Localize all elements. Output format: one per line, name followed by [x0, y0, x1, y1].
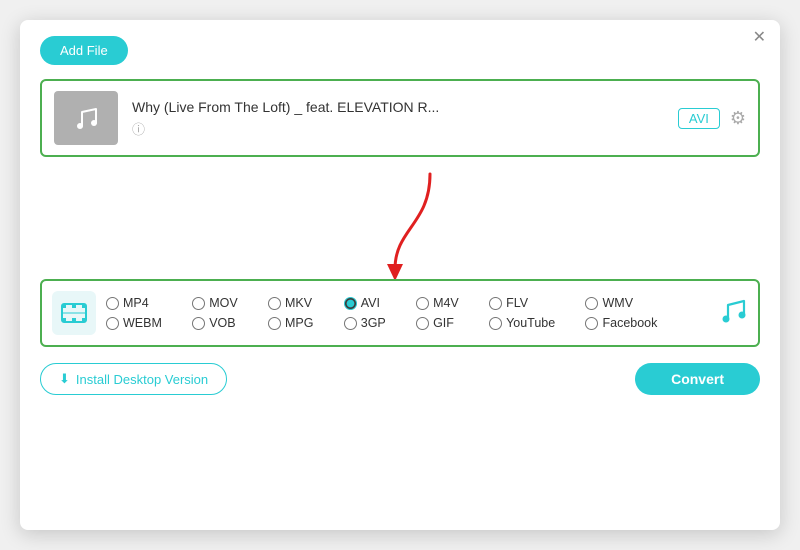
format-option-mkv[interactable]: MKV — [268, 296, 326, 310]
format-option-mov[interactable]: MOV — [192, 296, 250, 310]
format-option-gif[interactable]: GIF — [416, 316, 471, 330]
file-info: Why (Live From The Loft) _ feat. ELEVATI… — [132, 99, 678, 138]
format-option-avi[interactable]: AVI — [344, 296, 398, 310]
format-option-m4v[interactable]: M4V — [416, 296, 471, 310]
red-arrow — [340, 169, 460, 279]
format-box: MP4 MOV MKV AVI M4V FLV WMV WEBM VOB MPG 3GP GIF You… — [40, 279, 760, 347]
film-icon — [60, 299, 88, 327]
main-dialog: ✕ Add File Why (Live From The Loft) _ fe… — [20, 20, 780, 530]
format-option-wmv[interactable]: WMV — [585, 296, 669, 310]
bottom-bar: ⬇ Install Desktop Version Convert — [40, 363, 760, 395]
format-badge[interactable]: AVI — [678, 108, 720, 129]
info-icon[interactable]: ⓘ — [132, 119, 678, 138]
download-icon: ⬇ — [59, 371, 70, 387]
install-label: Install Desktop Version — [76, 372, 208, 387]
format-grid: MP4 MOV MKV AVI M4V FLV WMV WEBM VOB MPG 3GP GIF You… — [106, 296, 700, 330]
install-button[interactable]: ⬇ Install Desktop Version — [40, 363, 227, 395]
gear-icon[interactable]: ⚙ — [730, 108, 746, 129]
file-actions: AVI ⚙ — [678, 108, 746, 129]
music-icon — [70, 102, 102, 134]
format-option-3gp[interactable]: 3GP — [344, 316, 398, 330]
format-option-youtube[interactable]: YouTube — [489, 316, 567, 330]
file-title: Why (Live From The Loft) _ feat. ELEVATI… — [132, 99, 678, 115]
format-option-vob[interactable]: VOB — [192, 316, 250, 330]
music-icon-right — [718, 295, 748, 332]
format-option-mpg[interactable]: MPG — [268, 316, 326, 330]
format-option-facebook[interactable]: Facebook — [585, 316, 669, 330]
format-option-webm[interactable]: WEBM — [106, 316, 174, 330]
file-thumbnail — [54, 91, 118, 145]
add-file-button[interactable]: Add File — [40, 36, 128, 65]
format-option-mp4[interactable]: MP4 — [106, 296, 174, 310]
file-row: Why (Live From The Loft) _ feat. ELEVATI… — [40, 79, 760, 157]
format-option-flv[interactable]: FLV — [489, 296, 567, 310]
convert-button[interactable]: Convert — [635, 363, 760, 395]
arrow-area — [40, 169, 760, 279]
video-format-icon — [52, 291, 96, 335]
close-button[interactable]: ✕ — [753, 30, 766, 46]
